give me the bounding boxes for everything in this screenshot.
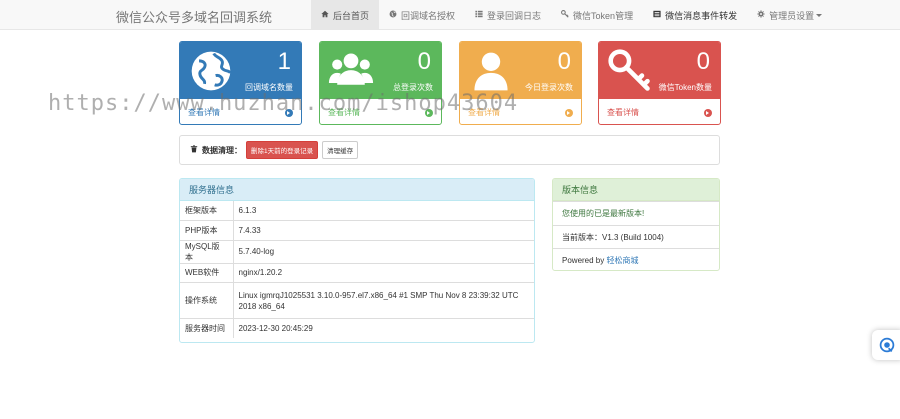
latest-version-notice: 您使用的已是最新版本! <box>553 201 719 225</box>
list-alt-icon <box>653 10 661 20</box>
table-row: 服务器时间 2023-12-30 20:45:29 <box>180 318 534 338</box>
nav-label: 登录回调日志 <box>487 10 542 21</box>
arrow-circle-right-icon <box>704 108 712 117</box>
table-row: 操作系统 Linux igmrqJ1025531 3.10.0-957.el7.x… <box>180 282 534 319</box>
card-value: 0 <box>696 48 710 75</box>
table-row: PHP版本 7.4.33 <box>180 220 534 240</box>
arrow-circle-right-icon <box>425 108 433 117</box>
card-value: 0 <box>557 48 571 75</box>
list-icon <box>475 10 483 20</box>
stat-card-tokens: 0 微信Token数量 查看详情 <box>598 41 721 125</box>
nav-item-token-manage[interactable]: 微信Token管理 <box>551 0 643 30</box>
top-navbar: 微信公众号多域名回调系统 后台首页 回调域名授权 登录回调日志 微信Token管… <box>0 0 900 30</box>
nav-label: 微信消息事件转发 <box>665 10 738 21</box>
card-head: 1 回调域名数量 <box>180 42 301 99</box>
stat-card-domains: 1 回调域名数量 查看详情 <box>179 41 302 125</box>
powered-prefix: Powered by <box>562 256 607 265</box>
card-head: 0 总登录次数 <box>320 42 441 99</box>
view-details-link[interactable]: 查看详情 <box>180 99 301 124</box>
row-key: 服务器时间 <box>180 318 234 338</box>
data-cleanup-bar: 数据清理： 删除1天前的登录记录 清理缓存 <box>179 135 720 165</box>
user-icon <box>474 52 508 91</box>
card-label: 微信Token数量 <box>658 83 712 92</box>
row-value: 5.7.40-log <box>233 239 534 263</box>
support-icon <box>879 337 895 353</box>
panel-title: 版本信息 <box>553 179 719 201</box>
nav-item-home[interactable]: 后台首页 <box>311 0 380 30</box>
arrow-circle-right-icon <box>285 108 293 117</box>
globe-icon <box>389 10 397 20</box>
link-text: 查看详情 <box>468 108 500 117</box>
nav-item-login-log[interactable]: 登录回调日志 <box>465 0 551 30</box>
card-value: 1 <box>277 48 291 75</box>
table-row: WEB软件 nginx/1.20.2 <box>180 262 534 283</box>
row-value: nginx/1.20.2 <box>233 262 534 283</box>
view-details-link[interactable]: 查看详情 <box>460 99 581 124</box>
current-version: 当前版本：V1.3 (Build 1004) <box>553 224 719 249</box>
view-details-link[interactable]: 查看详情 <box>599 99 720 124</box>
link-text: 查看详情 <box>328 108 360 117</box>
row-key: WEB软件 <box>180 262 234 283</box>
stat-card-today-logins: 0 今日登录次数 查看详情 <box>459 41 582 125</box>
row-value: Linux igmrqJ1025531 3.10.0-957.el7.x86_6… <box>233 282 534 319</box>
nav-label: 微信Token管理 <box>573 10 634 21</box>
nav-label: 回调域名授权 <box>401 10 456 21</box>
row-value: 6.1.3 <box>238 206 257 215</box>
app-brand[interactable]: 微信公众号多域名回调系统 <box>116 7 272 26</box>
card-head: 0 微信Token数量 <box>599 42 720 99</box>
row-value: 2023-12-30 20:45:29 <box>233 318 534 338</box>
users-icon <box>328 53 374 85</box>
row-key: 操作系统 <box>180 282 234 319</box>
globe-icon <box>191 51 232 91</box>
stat-card-total-logins: 0 总登录次数 查看详情 <box>319 41 442 125</box>
nav-label: 后台首页 <box>333 10 370 21</box>
version-info-panel: 版本信息 您使用的已是最新版本! 当前版本：V1.3 (Build 1004) … <box>552 178 720 271</box>
link-text: 查看详情 <box>607 108 639 117</box>
nav-item-msg-forward[interactable]: 微信消息事件转发 <box>643 0 747 30</box>
card-label: 今日登录次数 <box>525 83 573 92</box>
key-icon <box>561 10 569 20</box>
nav-item-admin-settings[interactable]: 管理员设置 <box>747 0 832 30</box>
clear-cache-button[interactable]: 清理缓存 <box>322 141 359 159</box>
card-label: 总登录次数 <box>393 83 433 92</box>
link-text: 查看详情 <box>188 108 220 117</box>
floating-help-button[interactable] <box>872 330 900 360</box>
delete-old-logs-button[interactable]: 删除1天前的登录记录 <box>246 141 319 159</box>
nav-label: 管理员设置 <box>769 10 815 21</box>
powered-by-link[interactable]: 轻松商城 <box>606 256 638 265</box>
home-icon <box>321 10 329 20</box>
card-value: 0 <box>417 48 431 75</box>
row-key: PHP版本 <box>180 220 234 240</box>
card-label: 回调域名数量 <box>245 83 293 92</box>
chevron-down-icon <box>816 13 823 17</box>
cleanup-title: 数据清理： <box>202 145 242 155</box>
view-details-link[interactable]: 查看详情 <box>320 99 441 124</box>
row-key: 框架版本 <box>180 201 234 221</box>
key-icon <box>608 49 650 91</box>
main-nav: 后台首页 回调域名授权 登录回调日志 微信Token管理 微信消息事件转发 管理 <box>311 0 832 30</box>
row-value: 7.4.33 <box>233 220 534 240</box>
powered-by: Powered by 轻松商城 <box>553 248 719 270</box>
table-row: MySQL版本 5.7.40-log <box>180 239 534 263</box>
arrow-circle-right-icon <box>565 108 573 117</box>
server-info-table: 框架版本 6.1.3 PHP版本 7.4.33 MySQL版本 5.7.40-log … <box>180 201 534 338</box>
nav-item-domain-auth[interactable]: 回调域名授权 <box>379 0 465 30</box>
row-key: MySQL版本 <box>180 239 234 263</box>
server-info-panel: 服务器信息 框架版本 6.1.3 PHP版本 7.4.33 MySQL版本 5.7.4… <box>179 178 535 343</box>
cog-icon <box>757 10 765 20</box>
trash-icon <box>190 145 198 155</box>
table-row: 框架版本 6.1.3 <box>180 201 534 221</box>
panel-title: 服务器信息 <box>180 179 534 201</box>
card-head: 0 今日登录次数 <box>460 42 581 99</box>
